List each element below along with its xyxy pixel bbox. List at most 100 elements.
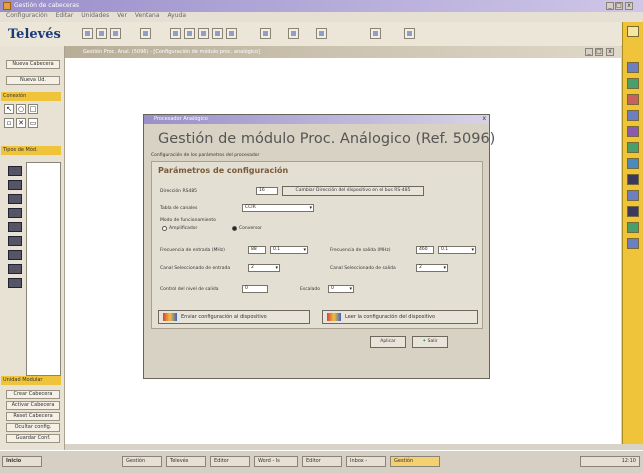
palette-tool-icon[interactable] [627,222,639,233]
taskbar-item[interactable]: Televés [166,456,206,467]
doc-minimize-button[interactable]: _ [585,48,593,56]
reset-header-button[interactable]: Reset Cabecera [6,412,60,421]
scale-label: Escalado [300,287,321,292]
undo-icon[interactable] [170,28,181,39]
copy-icon[interactable] [212,28,223,39]
module-icon[interactable] [8,236,22,246]
module-icon[interactable] [8,264,22,274]
menu-item-unidades[interactable]: Unidades [81,12,109,19]
hide-config-button[interactable]: Ocultar config. [6,423,60,432]
new-header-button[interactable]: Nueva Cabecera [6,60,60,69]
module-icon[interactable] [8,194,22,204]
module-icon[interactable] [8,222,22,232]
exit-button[interactable]: ✦ Salir [412,336,448,348]
save-icon[interactable] [110,28,121,39]
out-level-field[interactable]: 0 [242,285,268,293]
start-button[interactable]: Inicio [2,456,42,467]
bookmark-icon[interactable] [316,28,327,39]
page-icon[interactable] [370,28,381,39]
app-icon [3,2,11,10]
chan-in-select[interactable]: 2 [248,264,280,272]
freq-in-field[interactable]: 88 [248,246,266,254]
menu-item-configuracion[interactable]: Configuración [6,12,48,19]
module-icon[interactable] [8,180,22,190]
read-config-button[interactable]: Leer la configuración del dispositivo [322,310,478,324]
module-icon[interactable] [8,250,22,260]
print-icon[interactable] [140,28,151,39]
activate-header-button[interactable]: Activar Cabecera [6,401,60,410]
palette-tool-icon[interactable] [627,62,639,73]
link-icon[interactable]: ▫ [4,118,14,128]
paste-icon[interactable] [226,28,237,39]
cable-icon[interactable]: ▭ [28,118,38,128]
exit-label: Salir [427,339,438,344]
exit-icon: ✦ [422,339,427,344]
save-config-button[interactable]: Guardar Conf. [6,434,60,443]
menu-item-ventana[interactable]: Ventana [135,12,160,19]
palette-tool-icon[interactable] [627,26,639,37]
grid-icon[interactable] [260,28,271,39]
palette-tool-icon[interactable] [627,190,639,201]
close-button[interactable]: x [625,2,633,10]
freq-in-step[interactable]: 0.1 [270,246,308,254]
palette-tool-icon[interactable] [627,94,639,105]
palette-tool-icon[interactable] [627,142,639,153]
new-file-icon[interactable] [82,28,93,39]
doc-close-button[interactable]: x [606,48,614,56]
chan-in-label: Canal Seleccionado de entrada [160,266,231,271]
analog-processor-dialog: Procesador Analógico x Gestión de módulo… [143,114,495,379]
palette-tool-icon[interactable] [627,238,639,249]
menu-item-ver[interactable]: Ver [117,12,127,19]
new-unit-button[interactable]: Nueva Ud. [6,76,60,85]
redo-icon[interactable] [184,28,195,39]
menu-item-ayuda[interactable]: Ayuda [167,12,186,19]
amplifier-radio[interactable] [162,226,167,231]
read-config-label: Leer la configuración del dispositivo [345,314,436,320]
taskbar-item[interactable]: Editor [302,456,342,467]
converter-radio[interactable] [232,226,237,231]
module-icon[interactable] [8,166,22,176]
menu-item-editar[interactable]: Editar [56,12,74,19]
taskbar-item[interactable]: Editor [210,456,250,467]
freq-out-label: Frecuencia de salida (MHz) [330,248,391,253]
open-folder-icon[interactable] [96,28,107,39]
taskbar-item[interactable]: Inbox - [346,456,386,467]
pointer-icon[interactable]: ↖ [4,104,14,114]
maximize-button[interactable]: □ [615,2,623,10]
palette-tool-icon[interactable] [627,78,639,89]
send-config-button[interactable]: Enviar configuración al dispositivo [158,310,310,324]
taskbar-item-active[interactable]: Gestión [390,456,440,467]
rs485-field[interactable]: 16 [256,187,278,195]
zoom-icon[interactable]: ○ [16,104,26,114]
palette-tool-icon[interactable] [627,174,639,185]
chan-out-select[interactable]: 2 [416,264,448,272]
freq-out-step[interactable]: 0.1 [438,246,476,254]
send-config-label: Enviar configuración al dispositivo [181,314,267,320]
change-rs485-button[interactable]: Cambiar Dirección del dispositivo en el … [282,186,424,196]
module-icon[interactable] [8,208,22,218]
dialog-heading: Gestión de módulo Proc. Análogico (Ref. … [158,131,496,147]
palette-tool-icon[interactable] [627,206,639,217]
doc-maximize-button[interactable]: □ [595,48,603,56]
module-icon[interactable] [8,278,22,288]
taskbar-item[interactable]: Word - Is [254,456,298,467]
create-header-button[interactable]: Crear Cabecera [6,390,60,399]
channel-table-select[interactable]: CCIR [242,204,314,212]
connect-icon[interactable]: □ [28,104,38,114]
minimize-button[interactable]: _ [606,2,614,10]
scale-select[interactable]: 0 [328,285,354,293]
cut-icon[interactable] [198,28,209,39]
palette-tool-icon[interactable] [627,110,639,121]
dialog-close-button[interactable]: x [482,115,486,122]
apply-button[interactable]: Aplicar [370,336,406,348]
freq-out-field[interactable]: 460 [416,246,434,254]
taskbar-item[interactable]: Gestión [122,456,162,467]
home-icon[interactable] [288,28,299,39]
palette-tool-icon[interactable] [627,126,639,137]
delete-icon[interactable]: ✕ [16,118,26,128]
module-list[interactable] [26,162,61,376]
amplifier-label: Amplificador [169,226,198,231]
palette-tool-icon[interactable] [627,158,639,169]
channel-table-label: Tabla de canales [160,206,198,211]
tool-icon[interactable] [404,28,415,39]
